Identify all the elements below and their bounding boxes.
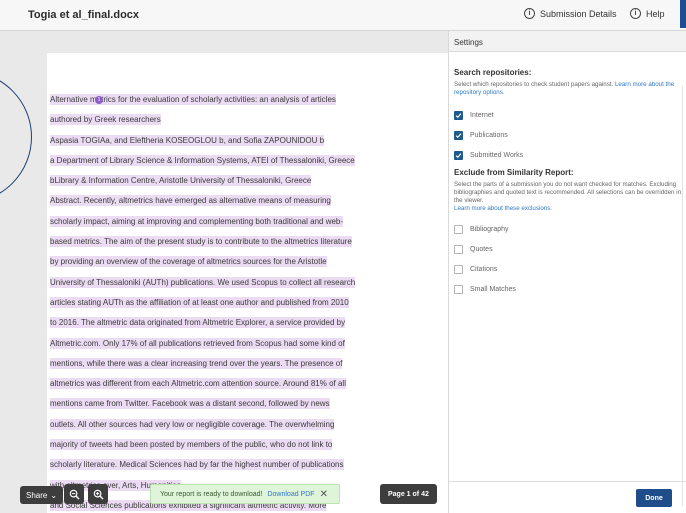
side-ring-decoration — [0, 71, 32, 203]
document-line: mentions came from Twitter. Facebook was… — [50, 398, 442, 418]
highlighted-text: Abstract. Recently, altmetrics have emer… — [50, 195, 331, 207]
highlighted-text: a Department of Library Science & Inform… — [50, 154, 355, 166]
highlighted-text: bLibrary & Information Centre, Aristotle… — [50, 175, 312, 187]
option-small-matches[interactable]: Small Matches — [454, 279, 686, 299]
help-info-icon: i — [630, 8, 641, 19]
window-edge-accent — [680, 0, 686, 28]
download-toast: Your report is ready to download! Downlo… — [150, 484, 340, 504]
highlighted-text: Altmetric.com. Only 17% of all publicati… — [50, 337, 345, 349]
highlighted-text: mentions came from Twitter. Facebook was… — [50, 398, 330, 410]
exclude-title: Exclude from Similarity Report: — [454, 168, 574, 177]
search-repositories-desc: Select which repositories to check stude… — [454, 81, 681, 97]
checkbox-checked[interactable] — [454, 130, 463, 140]
close-icon[interactable]: ✕ — [320, 489, 328, 500]
search-desc-text: Select which repositories to check stude… — [454, 81, 614, 88]
document-line: Alternative metrics for the evaluation o… — [50, 94, 442, 114]
highlighted-text: authored by Greek researchers — [50, 114, 161, 126]
search-options-list: Internet Publications Submitted Works — [449, 105, 686, 165]
document-line: mentions, while there was a clear increa… — [50, 357, 442, 378]
help-label: Help — [646, 8, 665, 19]
document-line: to 2016. The altmetric data originated f… — [50, 317, 442, 337]
checkbox-unchecked[interactable] — [454, 264, 463, 274]
zoom-out-button[interactable] — [64, 484, 84, 504]
option-bibliography[interactable]: Bibliography — [454, 219, 686, 239]
search-repositories-title: Search repositories: — [454, 68, 532, 77]
document-line: Aspasia TOGIAa, and Eleftheria KOSEOGLOU… — [50, 134, 442, 155]
highlighted-text: mentions, while there was a clear increa… — [50, 357, 343, 369]
document-line: authored by Greek researchers — [50, 114, 442, 134]
highlighted-text: University of Thessaloniki (AUTh) public… — [50, 276, 356, 288]
option-internet[interactable]: Internet — [454, 105, 686, 125]
option-label: Quotes — [470, 245, 493, 253]
settings-panel: Settings Search repositories: Select whi… — [448, 31, 686, 513]
highlighted-text: scholarly literature. Medical Sciences h… — [50, 459, 344, 471]
page-indicator: Page 1 of 42 — [380, 484, 437, 504]
exclude-desc: Select the parts of a submission you do … — [454, 181, 682, 204]
checkbox-unchecked[interactable] — [454, 284, 463, 294]
option-citations[interactable]: Citations — [454, 259, 686, 279]
document-line: by providing an overview of the coverage… — [50, 256, 442, 276]
checkbox-unchecked[interactable] — [454, 224, 463, 234]
option-quotes[interactable]: Quotes — [454, 239, 686, 259]
highlighted-text: based metrics. The aim of the present st… — [50, 236, 352, 248]
footer-divider — [449, 481, 686, 482]
match-marker[interactable]: 1 — [95, 96, 103, 104]
document-text: Alternative metrics for the evaluation o… — [50, 94, 442, 513]
document-line: based metrics. The aim of the present st… — [50, 236, 442, 256]
option-label: Submitted Works — [470, 151, 524, 159]
option-label: Publications — [470, 131, 508, 139]
highlighted-text: outlets. All other sources had very low … — [50, 418, 335, 430]
checkbox-unchecked[interactable] — [454, 244, 463, 254]
highlighted-text: articles stating AUTh as the affiliation… — [50, 296, 349, 308]
document-line: articles stating AUTh as the affiliation… — [50, 296, 442, 317]
submission-details-label: Submission Details — [540, 8, 617, 19]
share-button[interactable]: Share ⌄ — [20, 486, 64, 504]
share-label: Share — [26, 490, 48, 500]
highlighted-text: to 2016. The altmetric data originated f… — [50, 317, 346, 329]
document-title: Togia et al_final.docx — [28, 9, 140, 21]
panel-scrollbar[interactable] — [682, 86, 683, 506]
option-submitted-works[interactable]: Submitted Works — [454, 145, 686, 165]
done-button[interactable]: Done — [636, 489, 672, 507]
exclude-options-list: Bibliography Quotes Citations Small Matches — [449, 219, 686, 299]
zoom-in-button[interactable] — [88, 484, 108, 504]
settings-header: Settings — [449, 31, 686, 52]
help-button[interactable]: i Help — [630, 8, 665, 19]
document-viewer[interactable]: Alternative metrics for the evaluation o… — [0, 31, 448, 513]
option-label: Bibliography — [470, 225, 509, 233]
option-label: Citations — [470, 265, 498, 273]
checkbox-checked[interactable] — [454, 150, 463, 160]
document-line: altmetrics was different from each Altme… — [50, 378, 442, 398]
document-line: bLibrary & Information Centre, Aristotle… — [50, 175, 442, 195]
highlighted-text: majority of tweets had been posted by me… — [50, 439, 333, 451]
highlighted-text: Alternative metrics for the evaluation o… — [50, 94, 336, 105]
option-label: Internet — [470, 111, 494, 119]
option-publications[interactable]: Publications — [454, 125, 686, 145]
document-line: Altmetric.com. Only 17% of all publicati… — [50, 337, 442, 358]
zoom-in-icon — [93, 489, 104, 500]
document-line: University of Thessaloniki (AUTh) public… — [50, 276, 442, 297]
exclusions-link-text[interactable]: Learn more about these exclusions. — [454, 205, 552, 212]
highlighted-text: Aspasia TOGIAa, and Eleftheria KOSEOGLOU… — [50, 134, 325, 146]
option-label: Small Matches — [470, 285, 516, 293]
document-line: scholarly impact, aiming at improving an… — [50, 215, 442, 236]
top-bar: Togia et al_final.docx i Submission Deta… — [0, 0, 686, 31]
info-icon: i — [524, 8, 535, 19]
highlighted-text: scholarly impact, aiming at improving an… — [50, 215, 344, 227]
submission-details-button[interactable]: i Submission Details — [524, 8, 617, 19]
document-line: scholarly literature. Medical Sciences h… — [50, 459, 442, 479]
document-line: Abstract. Recently, altmetrics have emer… — [50, 195, 442, 215]
highlighted-text: altmetrics was different from each Altme… — [50, 378, 346, 390]
highlighted-text: by providing an overview of the coverage… — [50, 256, 327, 268]
download-pdf-link[interactable]: Download PDF — [267, 491, 314, 498]
document-line: outlets. All other sources had very low … — [50, 418, 442, 439]
zoom-out-icon — [69, 489, 80, 500]
toast-message: Your report is ready to download! — [160, 490, 263, 498]
document-line: a Department of Library Science & Inform… — [50, 154, 442, 175]
chevron-down-icon: ⌄ — [50, 490, 58, 500]
document-line: majority of tweets had been posted by me… — [50, 439, 442, 459]
exclusions-learn-more-link[interactable]: Learn more about these exclusions. — [454, 205, 681, 213]
checkbox-checked[interactable] — [454, 110, 463, 120]
